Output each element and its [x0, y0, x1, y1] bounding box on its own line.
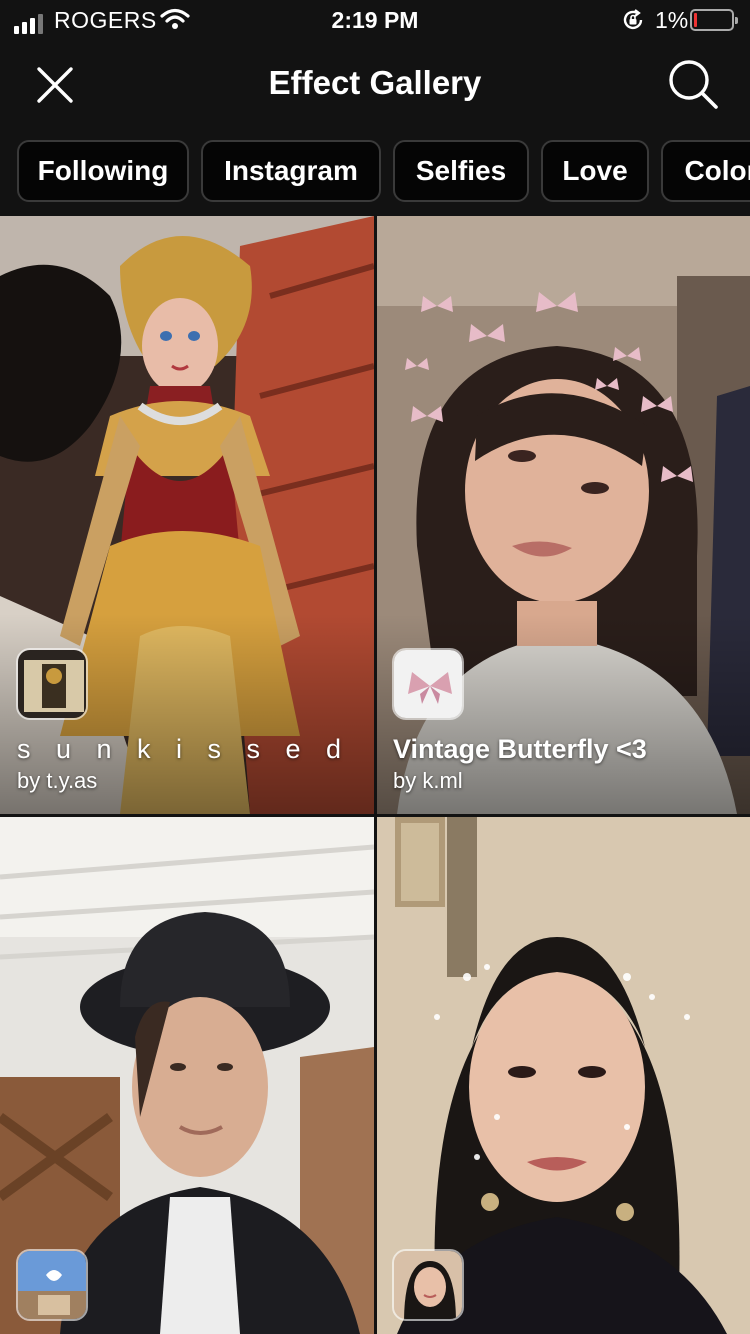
category-chips: Following Instagram Selfies Love Color	[0, 140, 750, 204]
battery-icon	[690, 9, 738, 31]
effect-grid: s u n k i s s e d by t.y.as Vintage Butt…	[0, 216, 750, 1334]
search-icon	[669, 60, 718, 109]
effect-tile-sunkissed[interactable]: s u n k i s s e d by t.y.as	[0, 216, 374, 814]
chip-instagram[interactable]: Instagram	[201, 140, 381, 202]
battery-level	[694, 13, 697, 27]
effect-name: s u n k i s s e d	[17, 734, 351, 764]
effect-tile-4[interactable]	[377, 817, 750, 1334]
battery-percent: 1%	[655, 7, 689, 33]
rotation-lock-icon	[622, 9, 644, 36]
effect-icon-3	[16, 1249, 88, 1321]
header: Effect Gallery	[0, 40, 750, 128]
search-button[interactable]	[664, 56, 722, 114]
effect-author: by t.y.as	[17, 768, 98, 793]
chip-selfies[interactable]: Selfies	[393, 140, 529, 202]
chip-love[interactable]: Love	[541, 140, 649, 202]
status-bar: ROGERS 2:19 PM 1%	[0, 0, 750, 40]
effect-tile-vintage-butterfly[interactable]: Vintage Butterfly <3 by k.ml	[377, 216, 750, 814]
page-title: Effect Gallery	[268, 64, 482, 101]
chip-following[interactable]: Following	[17, 140, 189, 202]
effect-icon-4	[392, 1249, 464, 1321]
effect-author: by k.ml	[393, 768, 463, 793]
effect-icon-sunkissed	[16, 648, 88, 720]
chip-color[interactable]: Color	[661, 140, 750, 202]
effect-name: Vintage Butterfly <3	[393, 734, 647, 764]
effect-icon-vintage-butterfly	[392, 648, 464, 720]
effect-tile-3[interactable]	[0, 817, 374, 1334]
